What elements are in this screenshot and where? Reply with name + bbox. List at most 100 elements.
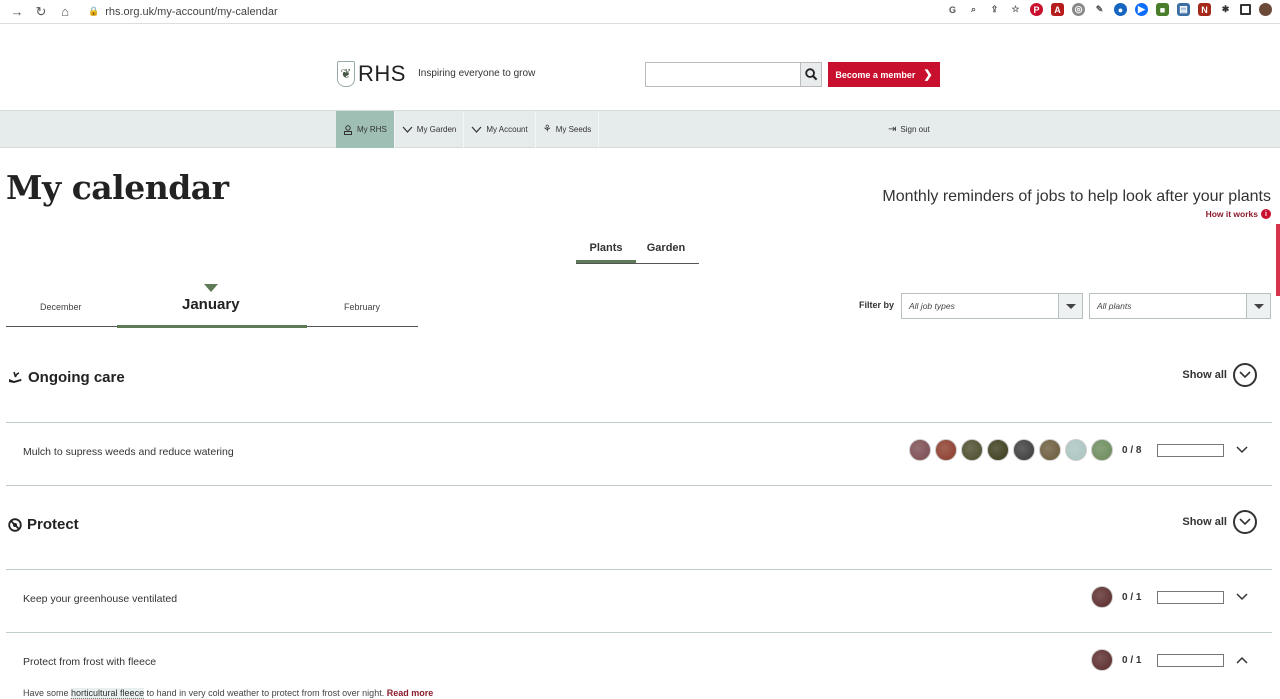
lock-icon: 🔒 bbox=[88, 6, 100, 16]
plant-thumbnail[interactable] bbox=[961, 439, 983, 461]
sign-out-link[interactable]: ⇥ Sign out bbox=[888, 111, 930, 148]
task-count: 0 / 1 bbox=[1122, 654, 1142, 666]
no-frost-icon bbox=[8, 517, 22, 532]
divider bbox=[6, 485, 1272, 486]
month-current[interactable]: January bbox=[182, 296, 240, 313]
sidepanel-icon[interactable] bbox=[1240, 4, 1251, 15]
job-type-value: All job types bbox=[909, 301, 955, 311]
plant-select[interactable]: All plants bbox=[1089, 293, 1271, 319]
task-name[interactable]: Protect from frost with fleece bbox=[23, 656, 156, 668]
google-icon[interactable]: G bbox=[946, 3, 959, 16]
section-title-text: Ongoing care bbox=[28, 369, 125, 386]
task-row: Mulch to supress weeds and reduce wateri… bbox=[6, 439, 1272, 486]
home-icon[interactable]: ⌂ bbox=[56, 3, 74, 21]
task-name[interactable]: Keep your greenhouse ventilated bbox=[23, 593, 177, 605]
zoom-icon[interactable]: ⌕ bbox=[967, 3, 980, 16]
tab-garden[interactable]: Garden bbox=[636, 242, 696, 263]
ext-tab-icon[interactable]: ▤ bbox=[1177, 3, 1190, 16]
plant-thumbnail[interactable] bbox=[1039, 439, 1061, 461]
rhs-logo[interactable]: ❦ RHS bbox=[337, 61, 406, 87]
task-description: Have some horticultural fleece to hand i… bbox=[23, 688, 434, 699]
search-input[interactable] bbox=[645, 62, 800, 87]
plant-thumbnail[interactable] bbox=[987, 439, 1009, 461]
show-all-label: Show all bbox=[1182, 516, 1227, 528]
plant-thumbnails bbox=[1091, 586, 1113, 608]
chevron-down-icon bbox=[471, 126, 482, 133]
seedling-icon: ⚘ bbox=[542, 124, 552, 135]
how-it-works-link[interactable]: How it works i bbox=[1206, 209, 1271, 219]
search-button[interactable] bbox=[800, 62, 822, 87]
subnav-label: My RHS bbox=[357, 125, 387, 134]
chevron-right-icon: ❯ bbox=[923, 69, 933, 81]
ext-font-icon[interactable]: N bbox=[1198, 3, 1211, 16]
plant-thumbnail[interactable] bbox=[1065, 439, 1087, 461]
show-all-button[interactable]: Show all bbox=[1182, 510, 1257, 534]
task-count: 0 / 1 bbox=[1122, 591, 1142, 603]
sign-out-icon: ⇥ bbox=[888, 124, 897, 135]
section-ongoing-care: Ongoing care Show all bbox=[6, 363, 1272, 419]
sign-out-label: Sign out bbox=[900, 125, 930, 134]
task-progress-bar bbox=[1157, 590, 1224, 604]
plant-thumbnail[interactable] bbox=[1091, 649, 1113, 671]
section-protect: Protect Show all bbox=[6, 510, 1272, 566]
month-next[interactable]: February bbox=[344, 302, 380, 312]
show-all-label: Show all bbox=[1182, 369, 1227, 381]
subnav-my-rhs[interactable]: My RHS bbox=[336, 111, 395, 148]
extensions-puzzle-icon[interactable]: ✱ bbox=[1219, 3, 1232, 16]
forward-icon[interactable]: → bbox=[8, 3, 26, 21]
subnav-label: My Garden bbox=[416, 125, 457, 134]
profile-avatar-icon[interactable] bbox=[1259, 3, 1272, 16]
dropdown-arrow-icon bbox=[1058, 294, 1082, 318]
expand-chevron-down-icon[interactable] bbox=[1232, 593, 1252, 601]
task-name[interactable]: Mulch to supress weeds and reduce wateri… bbox=[23, 446, 234, 458]
bookmark-star-icon[interactable]: ☆ bbox=[1009, 3, 1022, 16]
plant-thumbnail[interactable] bbox=[1091, 439, 1113, 461]
divider bbox=[6, 569, 1272, 570]
info-icon: i bbox=[1261, 209, 1271, 219]
desc-text: Have some bbox=[23, 688, 72, 698]
logo-text: RHS bbox=[358, 61, 406, 86]
tagline: Inspiring everyone to grow bbox=[418, 68, 536, 79]
subnav-my-seeds[interactable]: ⚘ My Seeds bbox=[536, 111, 600, 148]
scroll-indicator[interactable] bbox=[1276, 224, 1280, 296]
share-icon[interactable]: ⇪ bbox=[988, 3, 1001, 16]
section-title: Protect bbox=[8, 516, 79, 533]
url-text: rhs.org.uk/my-account/my-calendar bbox=[105, 5, 278, 18]
dropdown-arrow-icon bbox=[1246, 294, 1270, 318]
ext-blue-icon[interactable]: ● bbox=[1114, 3, 1127, 16]
task-progress-bar bbox=[1157, 653, 1224, 667]
subnav-my-garden[interactable]: My Garden bbox=[395, 111, 465, 148]
job-type-select[interactable]: All job types bbox=[901, 293, 1083, 319]
subnav-my-account[interactable]: My Account bbox=[464, 111, 536, 148]
read-more-link[interactable]: Read more bbox=[387, 688, 434, 698]
hand-seedling-icon bbox=[8, 371, 23, 384]
subnav-label: My Seeds bbox=[555, 125, 592, 134]
account-subnav: My RHS My Garden My Account ⚘ My Seeds ⇥… bbox=[0, 111, 1280, 148]
pinterest-icon[interactable]: P bbox=[1030, 3, 1043, 16]
plant-thumbnail[interactable] bbox=[1013, 439, 1035, 461]
ext-bird-icon[interactable]: ✎ bbox=[1093, 3, 1106, 16]
plant-thumbnail[interactable] bbox=[935, 439, 957, 461]
pdf-icon[interactable]: A bbox=[1051, 3, 1064, 16]
collapse-chevron-up-icon[interactable] bbox=[1232, 656, 1252, 664]
reload-icon[interactable]: ↻ bbox=[32, 3, 50, 21]
plant-thumbnail[interactable] bbox=[909, 439, 931, 461]
address-bar[interactable]: 🔒 rhs.org.uk/my-account/my-calendar bbox=[88, 6, 278, 18]
task-count: 0 / 8 bbox=[1122, 444, 1142, 456]
tab-plants[interactable]: Plants bbox=[576, 242, 636, 263]
plant-thumbnail[interactable] bbox=[1091, 586, 1113, 608]
site-header: ❦ RHS Inspiring everyone to grow Become … bbox=[0, 24, 1280, 121]
ext-color-icon[interactable]: ■ bbox=[1156, 3, 1169, 16]
expand-chevron-down-icon[interactable] bbox=[1232, 446, 1252, 454]
month-prev[interactable]: December bbox=[40, 302, 82, 312]
how-it-works-label: How it works bbox=[1205, 209, 1258, 219]
current-month-marker-icon bbox=[204, 284, 218, 292]
chevron-down-icon bbox=[402, 126, 413, 133]
page-title: My calendar bbox=[6, 168, 229, 207]
become-member-button[interactable]: Become a member ❯ bbox=[828, 62, 940, 87]
ext-play-icon[interactable]: ▶ bbox=[1135, 3, 1148, 16]
plant-thumbnails bbox=[1091, 649, 1113, 671]
ext-gray-icon[interactable]: ◎ bbox=[1072, 3, 1085, 16]
search-form bbox=[645, 62, 822, 87]
show-all-button[interactable]: Show all bbox=[1182, 363, 1257, 387]
